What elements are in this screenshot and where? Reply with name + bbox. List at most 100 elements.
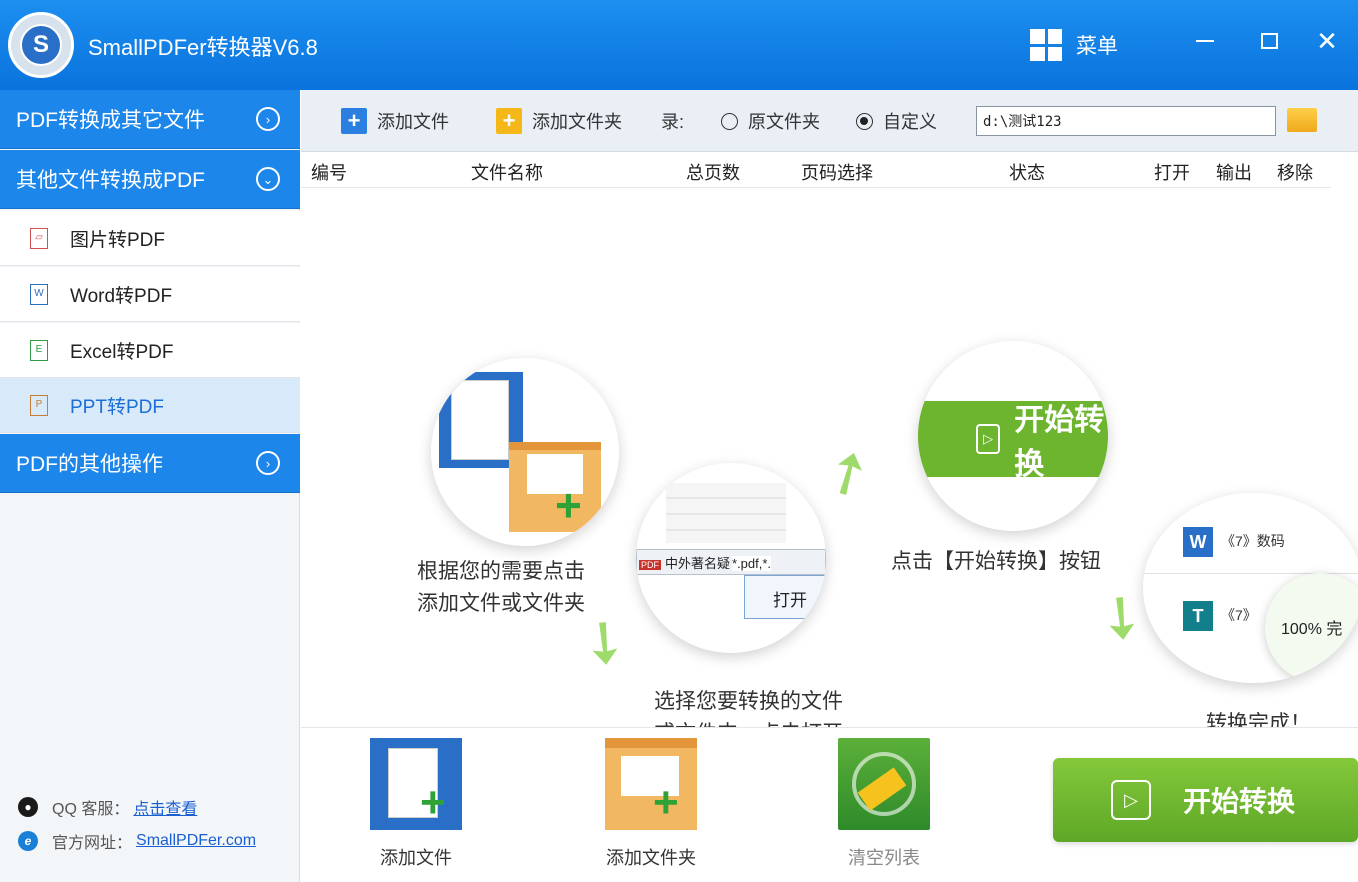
add-file-label: 添加文件 (377, 112, 449, 132)
qq-link[interactable]: 点击查看 (133, 795, 197, 819)
start-convert-button[interactable]: ▷ 开始转换 (1053, 758, 1358, 842)
qq-label: QQ 客服： (52, 801, 130, 818)
start-button-pic: ▷ 开始转换 (918, 401, 1108, 481)
bottom-add-folder-button[interactable]: + 添加文件夹 (586, 738, 716, 870)
col-total-pages: 总页数 (686, 163, 740, 183)
col-status: 状态 (1009, 163, 1045, 183)
pdf-icon: PDF (639, 560, 661, 570)
website-link[interactable]: SmallPDFer.com (136, 832, 256, 850)
chevron-right-icon: › (256, 451, 280, 475)
done-doc1: 《7》数码 (1221, 533, 1285, 549)
word-file-icon: W (30, 283, 48, 305)
add-folder-button[interactable]: + 添加文件夹 (496, 106, 622, 136)
sidebar-category-other-to-pdf[interactable]: 其他文件转换成PDF ⌄ (0, 150, 300, 209)
guide-step1-line2: 添加文件或文件夹 (417, 592, 585, 615)
bottom-add-file-button[interactable]: + 添加文件 (351, 738, 481, 870)
guide-circle-select: PDF 中外著名疑 *.pdf,*. 打开 (636, 463, 826, 653)
qq-support-row: ● QQ 客服： 点击查看 (18, 790, 256, 824)
open-button-pic: 打开 (744, 575, 826, 619)
maximize-icon (1260, 33, 1278, 49)
grid-menu-icon (1030, 29, 1062, 61)
ppt-file-icon: P (30, 394, 48, 416)
website-row: e 官方网址： SmallPDFer.com (18, 824, 256, 858)
guide-step2-line1: 选择您要转换的文件 (654, 690, 843, 713)
radio-label: 原文件夹 (748, 112, 820, 132)
image-file-icon: ▱ (30, 227, 48, 249)
sidebar: PDF转换成其它文件 › 其他文件转换成PDF ⌄ ▱ 图片转PDF W Wor… (0, 90, 300, 882)
category-label: PDF转换成其它文件 (16, 109, 205, 132)
open-label: 打开 (773, 591, 807, 610)
sidebar-item-label: PPT转PDF (70, 396, 164, 418)
browse-folder-icon[interactable] (1287, 108, 1317, 132)
category-label: PDF的其他操作 (16, 453, 163, 476)
minimize-icon (1196, 40, 1214, 42)
sidebar-item-word-to-pdf[interactable]: W Word转PDF (0, 267, 300, 322)
txt-doc-icon: T (1183, 601, 1213, 631)
close-icon: ✕ (1316, 25, 1338, 56)
file-list-area[interactable]: + 根据您的需要点击 添加文件或文件夹 ➘ PDF 中外著名疑 *.pdf,*. 打… (301, 188, 1358, 728)
start-convert-label: 开始转换 (1183, 786, 1296, 817)
guide-circle-add: + (431, 358, 619, 546)
word-doc-icon: W (1183, 527, 1213, 557)
sidebar-item-label: Word转PDF (70, 285, 173, 307)
progress-suffix: 完 (1326, 621, 1343, 638)
output-path-input[interactable]: d:\测试123 (976, 106, 1276, 136)
bottom-clear-list-label: 清空列表 (848, 848, 920, 868)
output-dir-label: 录: (661, 106, 684, 136)
add-file-large-icon: + (370, 738, 462, 830)
sidebar-item-image-to-pdf[interactable]: ▱ 图片转PDF (0, 211, 300, 266)
sidebar-category-pdf-to-other[interactable]: PDF转换成其它文件 › (0, 90, 300, 149)
app-title: SmallPDFer转换器V6.8 (88, 35, 318, 60)
guide-step2-text: 选择您要转换的文件 或文件夹，点击打开 (654, 686, 843, 728)
chevron-down-icon: ⌄ (256, 167, 280, 191)
add-folder-label: 添加文件夹 (532, 112, 622, 132)
contact-info: ● QQ 客服： 点击查看 e 官方网址： SmallPDFer.com (18, 790, 256, 858)
category-label: 其他文件转换成PDF (16, 169, 205, 192)
radio-circle-selected (856, 112, 873, 130)
output-dir-label-text: 录: (661, 112, 685, 132)
add-folder-large-icon: + (605, 738, 697, 830)
sidebar-item-label: 图片转PDF (70, 229, 166, 251)
app-logo: S (8, 12, 74, 78)
file-list-thumb (666, 483, 786, 543)
col-remove: 移除 (1277, 163, 1313, 183)
file-table-header: 编号 文件名称 总页数 页码选择 状态 打开 输出 移除 (301, 152, 1331, 188)
bottom-clear-list-button[interactable]: 清空列表 (819, 738, 949, 870)
guide-step3-text: 点击【开始转换】按钮 (891, 550, 1101, 573)
bottom-add-file-label: 添加文件 (380, 848, 452, 868)
radio-custom-folder[interactable]: 自定义 (856, 106, 937, 136)
guide-step1-text: 根据您的需要点击 添加文件或文件夹 (417, 556, 585, 620)
guide-circle-done: W 《7》数码 T 《7》 100% 完 (1143, 493, 1358, 683)
menu-label: 菜单 (1076, 35, 1118, 58)
progress-value: 100% (1281, 621, 1322, 638)
radio-circle (721, 112, 738, 130)
done-doc2: 《7》 (1221, 607, 1257, 623)
play-icon: ▷ (1111, 780, 1151, 820)
file-dialog-filter: *.pdf,*. (732, 556, 772, 571)
minimize-button[interactable] (1186, 22, 1224, 60)
col-filename: 文件名称 (471, 163, 543, 183)
arrow-icon: ➚ (810, 432, 885, 513)
radio-original-folder[interactable]: 原文件夹 (721, 106, 820, 136)
add-file-button[interactable]: + 添加文件 (341, 106, 449, 136)
plus-icon: + (555, 479, 582, 531)
radio-label: 自定义 (883, 112, 937, 132)
title-bar: S SmallPDFer转换器V6.8 菜单 ✕ (0, 0, 1358, 90)
sidebar-item-excel-to-pdf[interactable]: E Excel转PDF (0, 323, 300, 378)
bottom-bar: + 添加文件 + 添加文件夹 清空列表 ▷ 开始转换 (301, 727, 1358, 882)
play-icon: ▷ (976, 424, 1001, 454)
sidebar-item-ppt-to-pdf[interactable]: P PPT转PDF (0, 378, 300, 433)
sidebar-category-pdf-other-ops[interactable]: PDF的其他操作 › (0, 434, 300, 493)
close-button[interactable]: ✕ (1308, 22, 1346, 60)
maximize-button[interactable] (1250, 22, 1288, 60)
guide-step1-line1: 根据您的需要点击 (417, 560, 585, 583)
col-index: 编号 (311, 163, 347, 183)
guide-circle-start: ▷ 开始转换 (918, 341, 1108, 531)
col-output: 输出 (1216, 163, 1252, 183)
add-file-icon: + (341, 108, 367, 134)
add-folder-icon: + (496, 108, 522, 134)
guide-step4-text: 转换完成！ (1206, 712, 1311, 728)
bottom-add-folder-label: 添加文件夹 (606, 848, 696, 868)
menu-button[interactable]: 菜单 (1030, 28, 1118, 62)
app-window: S SmallPDFer转换器V6.8 菜单 ✕ PDF转换成其它文件 › 其他… (0, 0, 1358, 882)
